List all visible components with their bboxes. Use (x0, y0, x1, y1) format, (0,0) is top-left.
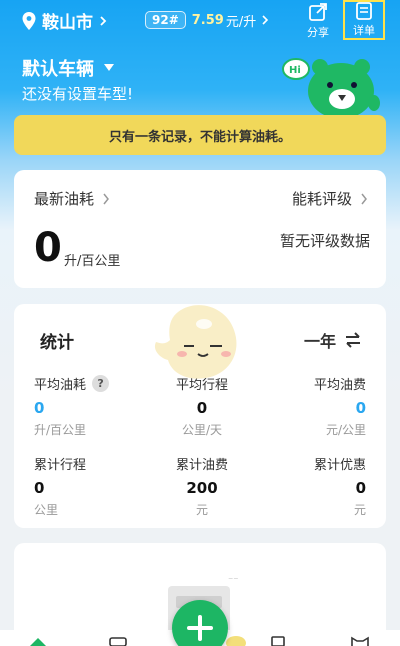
stat-value: 200 (186, 479, 218, 497)
notice-banner: 只有一条记录，不能计算油耗。 (14, 115, 386, 155)
latest-consumption-value: 0 (34, 225, 62, 271)
city-name: 鞍山市 (42, 13, 93, 33)
fuel-price-selector[interactable]: 92# 7.59 元/升 (145, 9, 270, 31)
city-selector[interactable]: 鞍山市 (22, 8, 109, 33)
stat-label: 累计优惠 (313, 458, 366, 473)
vehicle-selector[interactable]: 默认车辆 (22, 55, 114, 81)
detail-label: 详单 (353, 24, 375, 37)
stat-value: 0 (34, 399, 45, 417)
mascot-bubble-text: Hi (289, 65, 301, 76)
help-icon[interactable]: ? (92, 375, 110, 392)
share-label: 分享 (307, 26, 329, 39)
chevron-right-icon (262, 15, 269, 25)
plus-icon (187, 615, 213, 641)
latest-consumption-unit: 升/百公里 (64, 254, 121, 269)
stat-label: 累计油费 (175, 458, 228, 473)
energy-rating-label: 能耗评级 (291, 190, 352, 208)
bear-mascot-icon: Hi (282, 58, 380, 117)
stat-value: 0 (355, 479, 366, 497)
vehicle-name: 默认车辆 (22, 59, 94, 80)
stat-label: 平均油耗 (34, 378, 87, 393)
energy-rating-link[interactable]: 能耗评级 (292, 188, 368, 209)
dropdown-triangle-icon (104, 64, 114, 71)
stat-value: 0 (34, 479, 45, 497)
latest-consumption-link[interactable]: 最新油耗 (34, 188, 110, 209)
profile-tab-icon[interactable] (350, 636, 370, 646)
home-tab-icon[interactable] (28, 636, 48, 646)
records-tab-icon[interactable] (108, 636, 128, 646)
period-switch[interactable]: 一年 (304, 328, 362, 352)
stat-total-trip: 累计行程 0 公里 (34, 454, 86, 518)
location-pin-icon (22, 11, 36, 30)
chevron-right-icon (100, 15, 107, 26)
top-bar: 鞍山市 92# 7.59 元/升 分享 详单 (0, 0, 400, 40)
stat-total-fuel-cost: 累计油费 200 元 (160, 454, 244, 518)
consumption-card: 最新油耗 能耗评级 0 升/百公里 暂无评级数据 (14, 170, 386, 288)
period-label: 一年 (303, 332, 336, 351)
stat-label: 累计行程 (34, 458, 87, 473)
detail-button[interactable]: 详单 (343, 0, 385, 40)
statistics-title: 统计 (40, 333, 74, 353)
stat-unit: 公里/天 (181, 423, 223, 437)
stat-avg-consumption[interactable]: 平均油耗? 0 升/百公里 (34, 374, 110, 438)
stat-label: 平均油费 (313, 378, 366, 393)
floating-ghost-mascot-icon[interactable] (148, 300, 248, 382)
chevron-right-icon (103, 193, 109, 204)
share-icon (309, 3, 327, 21)
mascot-peek-decoration (226, 636, 246, 646)
fuel-price-unit: 元/升 (225, 14, 257, 30)
stat-value: 0 (196, 399, 208, 417)
octane-badge: 92# (145, 11, 186, 29)
stat-total-discount: 累计优惠 0 元 (314, 454, 366, 518)
fuel-price-value: 7.59 (191, 12, 224, 28)
stat-unit: 公里 (34, 503, 59, 517)
service-tab-icon[interactable] (268, 636, 288, 646)
stat-unit: 元/公里 (325, 423, 366, 437)
share-button[interactable]: 分享 (304, 2, 332, 40)
latest-consumption-label: 最新油耗 (34, 190, 95, 208)
stat-unit: 元 (195, 503, 208, 517)
sparkle-decoration: ⁻⁻ (228, 576, 239, 587)
chevron-right-icon (361, 193, 367, 204)
stat-avg-trip: 平均行程 0 公里/天 (160, 374, 244, 438)
no-rating-text: 暂无评级数据 (279, 232, 370, 250)
vehicle-hint[interactable]: 还没有设置车型! (22, 83, 133, 104)
stat-unit: 元 (353, 503, 366, 517)
swap-arrows-icon (346, 332, 360, 348)
stat-value: 0 (355, 399, 366, 417)
stat-unit: 升/百公里 (34, 423, 87, 437)
document-list-icon (356, 2, 372, 20)
stat-avg-fuel-cost: 平均油费 0 元/公里 (314, 374, 366, 438)
